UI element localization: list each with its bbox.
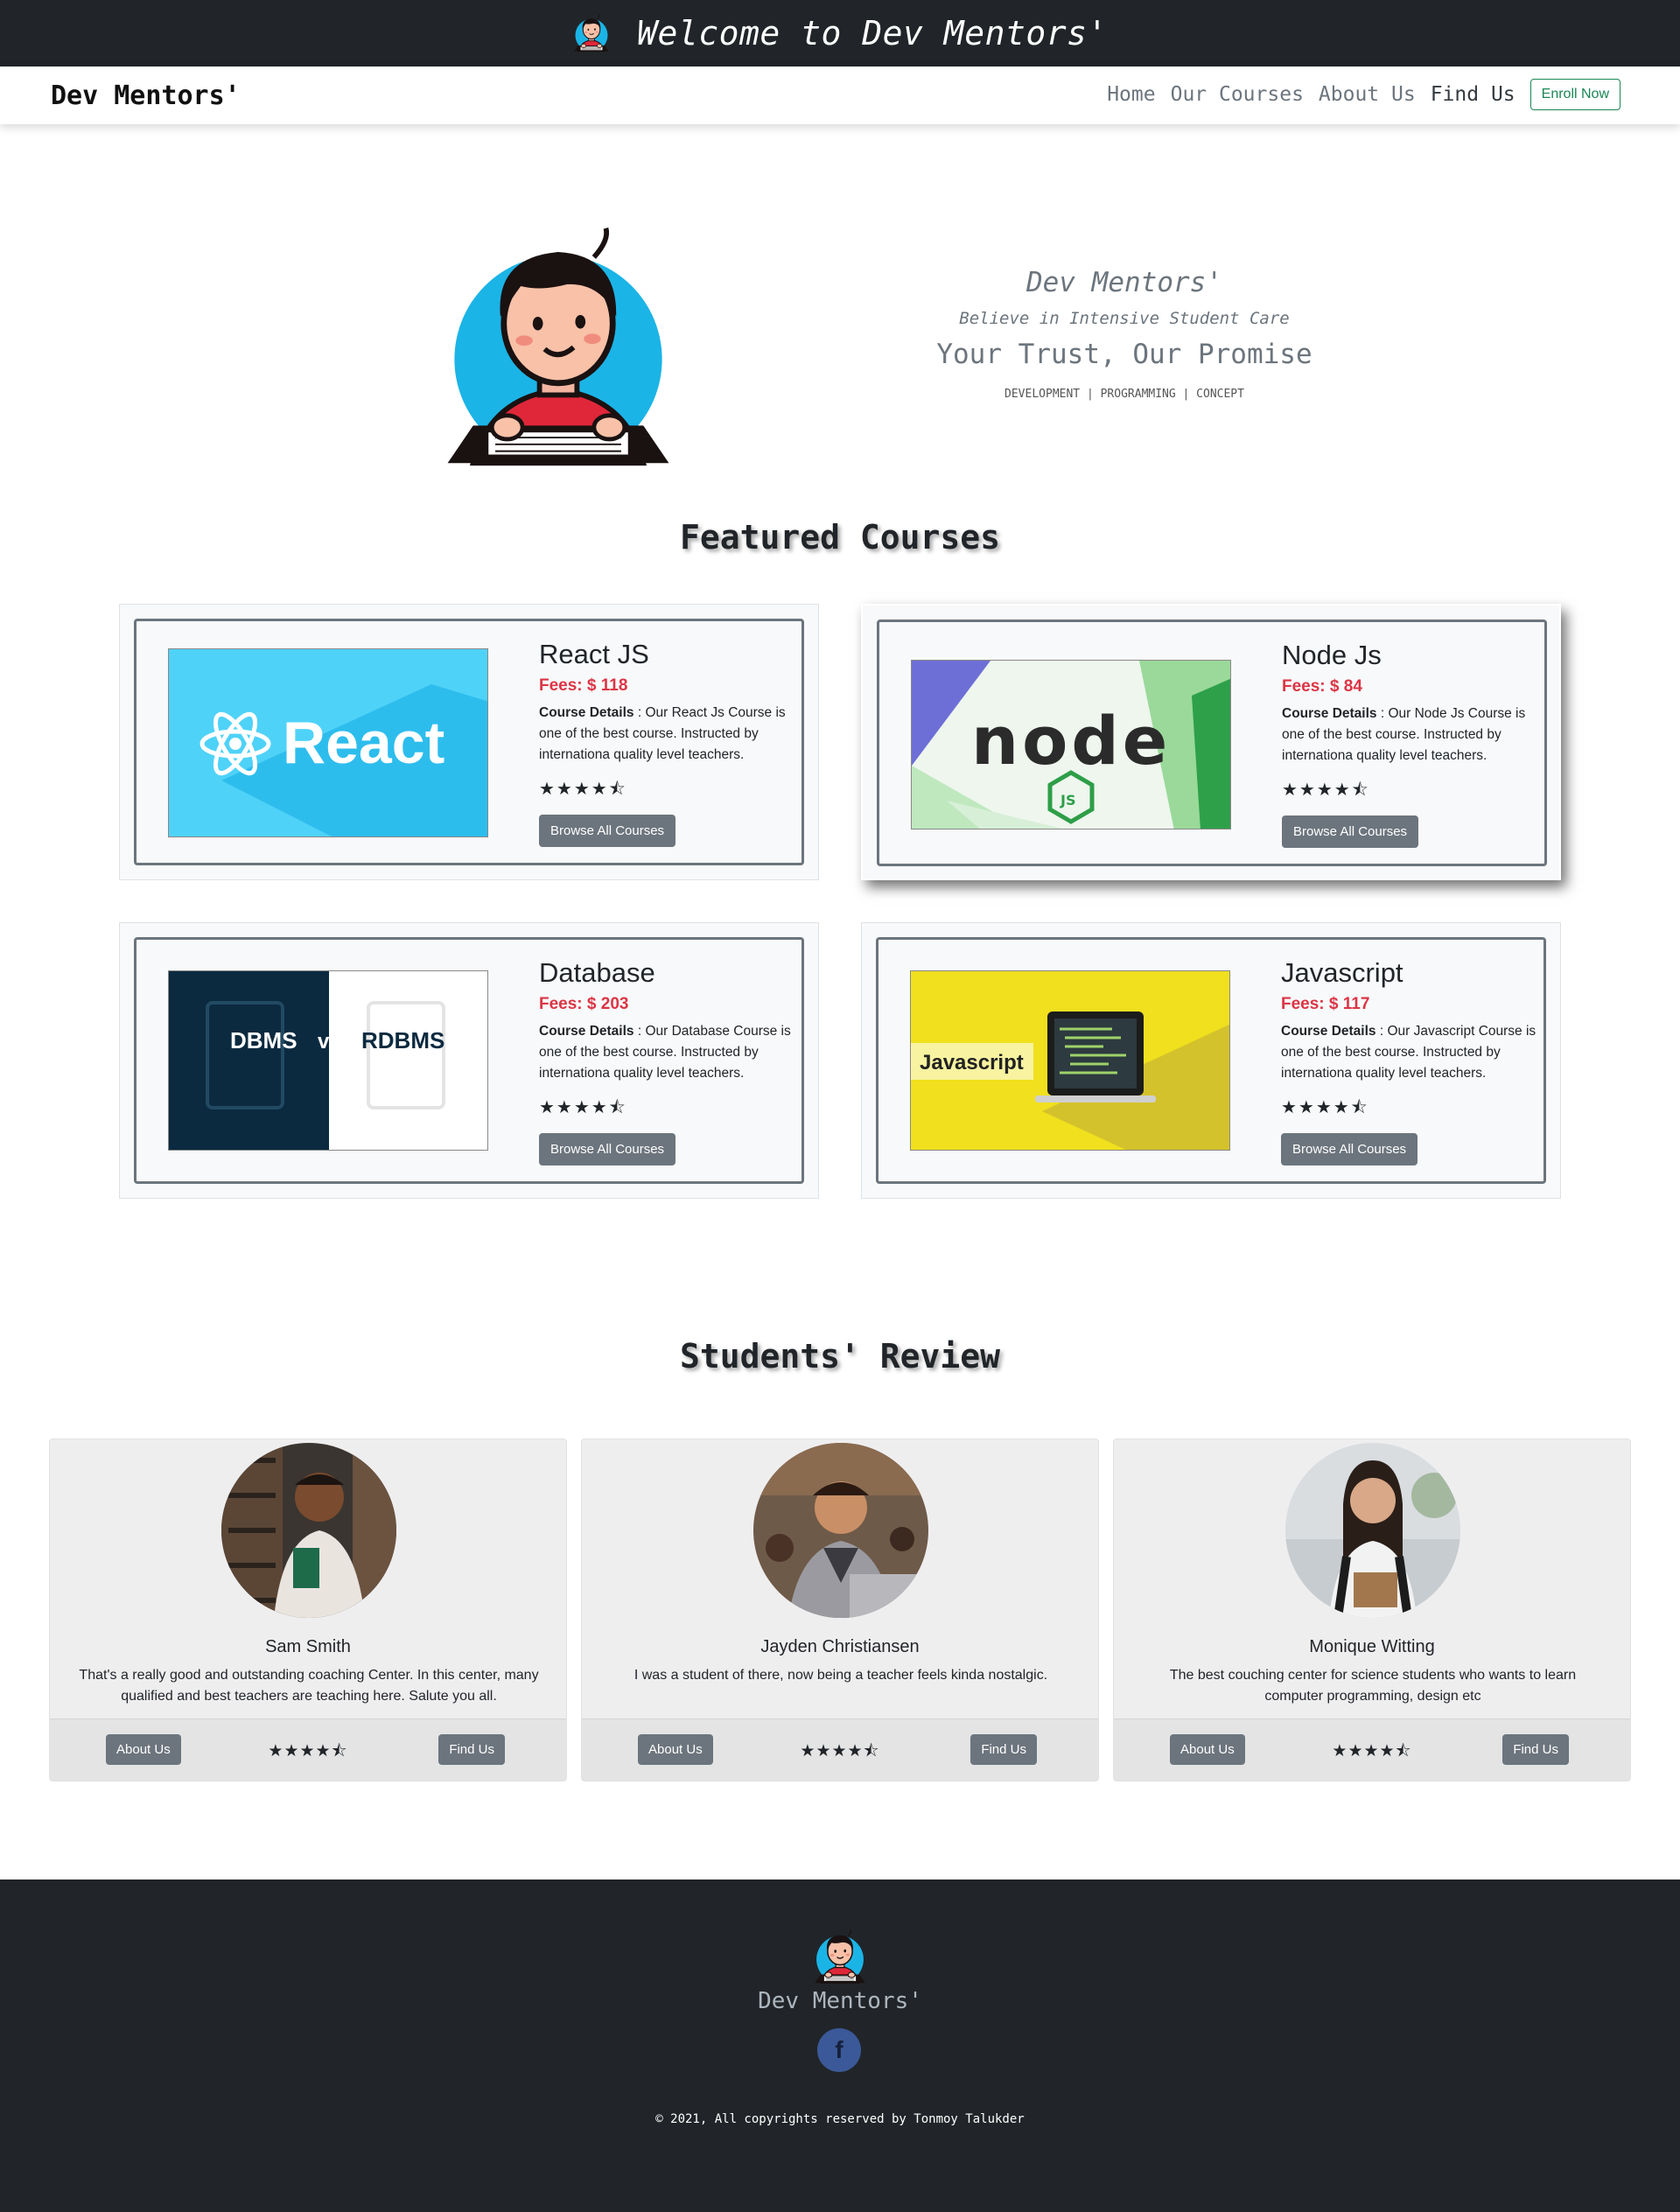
- browse-all-courses-button[interactable]: Browse All Courses: [539, 815, 676, 847]
- avatar: [753, 1443, 928, 1618]
- featured-courses-heading: Featured Courses: [679, 518, 1001, 556]
- navbar-brand[interactable]: Dev Mentors': [51, 80, 241, 111]
- course-fees: Fees: $ 117: [1281, 995, 1370, 1013]
- javascript-laptop-icon: Javascript: [911, 971, 1229, 1150]
- nav-link-our-courses[interactable]: Our Courses: [1171, 83, 1304, 106]
- hero-mentor-illustration: [435, 223, 682, 470]
- student-photo-icon: [1285, 1443, 1460, 1618]
- course-card-inner: DBMS vs RDBMS Database Fees: $ 203 Cours…: [134, 937, 804, 1184]
- browse-all-courses-button[interactable]: Browse All Courses: [1281, 1133, 1418, 1166]
- footer-brand: Dev Mentors': [758, 1988, 922, 2014]
- nav-links: Home Our Courses About Us Find Us Enroll…: [1092, 79, 1620, 110]
- svg-text:DBMS: DBMS: [230, 1027, 298, 1054]
- review-card-footer: About Us ★★★★⯪ Find Us: [1114, 1718, 1630, 1781]
- student-photo-icon: [221, 1443, 396, 1618]
- nodejs-logo-icon: node JS: [912, 661, 1230, 829]
- find-us-button[interactable]: Find Us: [970, 1734, 1037, 1765]
- rating-stars-icon: ★★★★⯪: [539, 1098, 627, 1117]
- nav-link-home[interactable]: Home: [1107, 83, 1155, 106]
- course-name: Javascript: [1281, 957, 1404, 988]
- svg-text:RDBMS: RDBMS: [361, 1027, 444, 1054]
- course-name: Node Js: [1282, 640, 1382, 670]
- course-name: React JS: [539, 639, 649, 669]
- find-us-button[interactable]: Find Us: [438, 1734, 505, 1765]
- enroll-now-button[interactable]: Enroll Now: [1530, 79, 1620, 110]
- browse-all-courses-button[interactable]: Browse All Courses: [539, 1133, 676, 1166]
- course-description: Course Details : Our Database Course is …: [539, 1024, 791, 1081]
- review-card-jayden-christiansen: Jayden Christiansen I was a student of t…: [581, 1438, 1099, 1782]
- review-text: I was a student of there, now being a te…: [634, 1668, 1048, 1683]
- svg-text:vs: vs: [318, 1030, 341, 1054]
- mentor-logo-icon: [573, 14, 610, 52]
- review-card-footer: About Us ★★★★⯪ Find Us: [50, 1718, 566, 1781]
- student-photo-icon: [753, 1443, 928, 1618]
- browse-all-courses-button[interactable]: Browse All Courses: [1282, 816, 1419, 848]
- course-info: Node Js Fees: $ 84 Course Details : Our …: [1282, 640, 1544, 848]
- nav-link-about-us[interactable]: About Us: [1319, 83, 1416, 106]
- svg-text:JS: JS: [1060, 792, 1075, 808]
- course-info: React JS Fees: $ 118 Course Details : Ou…: [539, 639, 802, 847]
- dbms-vs-rdbms-icon: DBMS vs RDBMS: [169, 971, 487, 1150]
- course-card-inner: node JS Node Js Fees: $ 84 Course Detail…: [877, 620, 1547, 866]
- course-thumbnail-javascript[interactable]: Javascript: [910, 970, 1230, 1151]
- nav-link-find-us[interactable]: Find Us: [1431, 83, 1516, 106]
- footer-mentor-logo-icon: [814, 1928, 866, 1984]
- course-info: Database Fees: $ 203 Course Details : Ou…: [539, 957, 802, 1166]
- facebook-icon[interactable]: f: [817, 2028, 861, 2072]
- copyright-text: © 2021, All copyrights reserved by Tonmo…: [655, 2112, 1025, 2126]
- avatar: [221, 1443, 396, 1618]
- course-thumbnail-database[interactable]: DBMS vs RDBMS: [168, 970, 488, 1151]
- course-description: Course Details : Our React Js Course is …: [539, 705, 786, 762]
- course-fees: Fees: $ 203: [539, 995, 629, 1013]
- course-card-node: node JS Node Js Fees: $ 84 Course Detail…: [861, 604, 1561, 880]
- rating-stars-icon: ★★★★⯪: [539, 780, 627, 799]
- hero-text: Dev Mentors' Believe in Intensive Studen…: [901, 267, 1348, 401]
- course-info: Javascript Fees: $ 117 Course Details : …: [1281, 957, 1544, 1166]
- course-description: Course Details : Our Node Js Course is o…: [1282, 706, 1526, 763]
- hero-subtitle: DEVELOPMENT | PROGRAMMING | CONCEPT: [1004, 388, 1244, 401]
- review-card-monique-witting: Monique Witting The best couching center…: [1113, 1438, 1631, 1782]
- reviewer-name: Monique Witting: [1309, 1637, 1435, 1656]
- svg-text:Javascript: Javascript: [920, 1051, 1024, 1074]
- review-card-footer: About Us ★★★★⯪ Find Us: [582, 1718, 1098, 1781]
- rating-stars-icon: ★★★★⯪: [1281, 1098, 1369, 1117]
- course-description: Course Details : Our Javascript Course i…: [1281, 1024, 1536, 1081]
- review-card-sam-smith: Sam Smith That's a really good and outst…: [49, 1438, 567, 1782]
- banner-title: Welcome to Dev Mentors': [637, 14, 1108, 52]
- course-fees: Fees: $ 84: [1282, 677, 1362, 696]
- reviewer-name: Jayden Christiansen: [760, 1637, 920, 1656]
- hero-promise: Your Trust, Our Promise: [936, 339, 1312, 370]
- avatar: [1285, 1443, 1460, 1618]
- top-banner: Welcome to Dev Mentors': [0, 0, 1680, 66]
- course-card-javascript: Javascript Javascript Fees: $ 117 Course…: [861, 922, 1561, 1199]
- reviewer-name: Sam Smith: [265, 1637, 351, 1656]
- svg-text:React: React: [283, 710, 444, 776]
- navbar: Dev Mentors' Home Our Courses About Us F…: [0, 66, 1680, 124]
- review-text: That's a really good and outstanding coa…: [79, 1668, 539, 1704]
- svg-text:node: node: [971, 702, 1171, 780]
- course-card-database: DBMS vs RDBMS Database Fees: $ 203 Cours…: [119, 922, 819, 1199]
- course-card-inner: Javascript Javascript Fees: $ 117 Course…: [876, 937, 1546, 1184]
- hero-title: Dev Mentors': [1026, 267, 1222, 298]
- footer: Dev Mentors' f © 2021, All copyrights re…: [0, 1880, 1680, 2212]
- course-thumbnail-react[interactable]: React: [168, 648, 488, 837]
- course-fees: Fees: $ 118: [539, 676, 628, 695]
- course-name: Database: [539, 957, 655, 988]
- students-review-heading: Students' Review: [679, 1337, 1001, 1376]
- react-logo-icon: React: [169, 649, 487, 836]
- course-card-react: React React JS Fees: $ 118 Course Detail…: [119, 604, 819, 880]
- course-card-inner: React React JS Fees: $ 118 Course Detail…: [134, 619, 804, 865]
- find-us-button[interactable]: Find Us: [1502, 1734, 1569, 1765]
- rating-stars-icon: ★★★★⯪: [1282, 780, 1370, 800]
- review-text: The best couching center for science stu…: [1169, 1668, 1577, 1704]
- hero-tagline: Believe in Intensive Student Care: [959, 309, 1290, 328]
- course-thumbnail-node[interactable]: node JS: [911, 660, 1231, 830]
